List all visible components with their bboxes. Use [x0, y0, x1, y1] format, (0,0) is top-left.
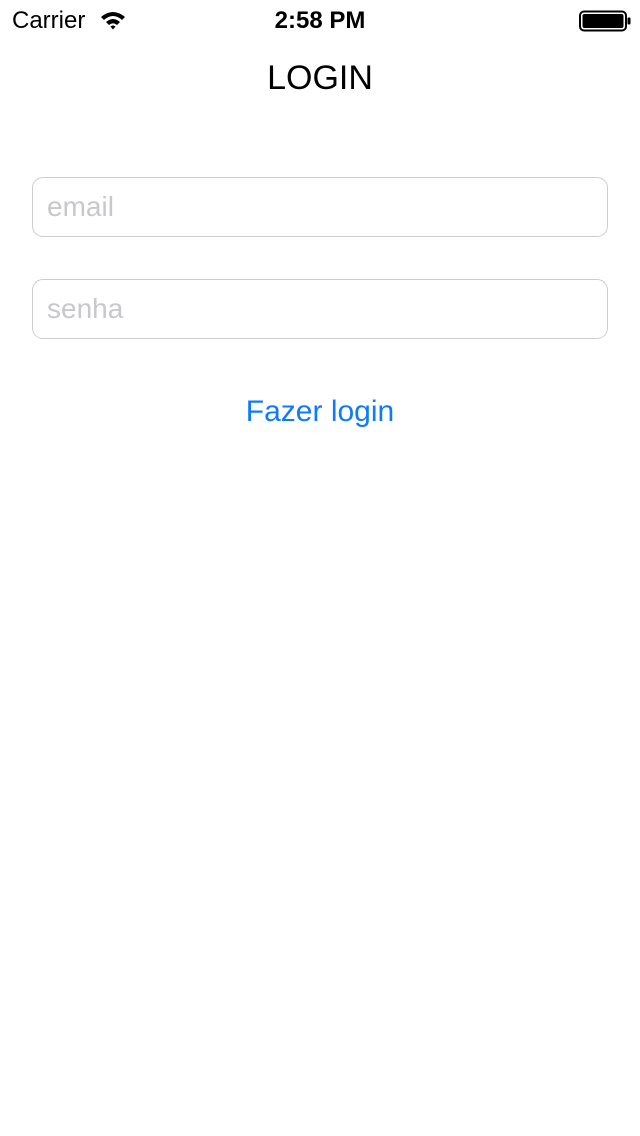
page-title: LOGIN: [267, 59, 373, 97]
login-button[interactable]: Fazer login: [220, 388, 420, 436]
email-field[interactable]: [32, 177, 608, 237]
battery-icon: [579, 10, 631, 32]
password-field[interactable]: [32, 279, 608, 339]
status-bar: Carrier 2:58 PM: [0, 0, 640, 40]
status-time: 2:58 PM: [274, 7, 366, 34]
